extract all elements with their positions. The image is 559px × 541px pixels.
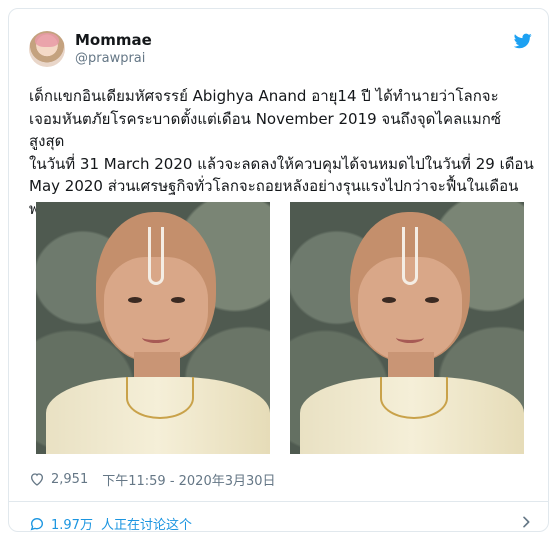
tweet-text: เด็กแขกอินเดียมหัศจรรย์ Abighya Anand อา… — [29, 87, 534, 218]
tweet-card: Mommae @prawprai เด็กแขกอินเดียมหัศจรรย์… — [8, 8, 549, 533]
media-grid — [36, 202, 524, 454]
tweet-photo[interactable] — [290, 202, 524, 454]
heart-icon[interactable] — [29, 471, 45, 487]
comment-bubble-icon — [30, 517, 44, 530]
avatar[interactable] — [29, 31, 65, 67]
divider — [9, 501, 548, 502]
twitter-bird-icon[interactable] — [514, 33, 532, 49]
discussion-count: 1.97万 — [51, 518, 93, 533]
tweet-meta: 2,951 下午11:59 - 2020年3月30日 — [29, 470, 276, 489]
discussion-label: 人正在讨论这个 — [100, 518, 192, 533]
user-handle[interactable]: @prawprai — [75, 51, 145, 66]
chevron-right-icon[interactable] — [518, 514, 534, 530]
timestamp[interactable]: 下午11:59 - 2020年3月30日 — [102, 470, 275, 489]
like-count[interactable]: 2,951 — [51, 472, 88, 487]
discussion-link[interactable]: 1.97万 人正在讨论这个 — [29, 514, 192, 533]
display-name[interactable]: Mommae — [75, 31, 152, 49]
tweet-photo[interactable] — [36, 202, 270, 454]
